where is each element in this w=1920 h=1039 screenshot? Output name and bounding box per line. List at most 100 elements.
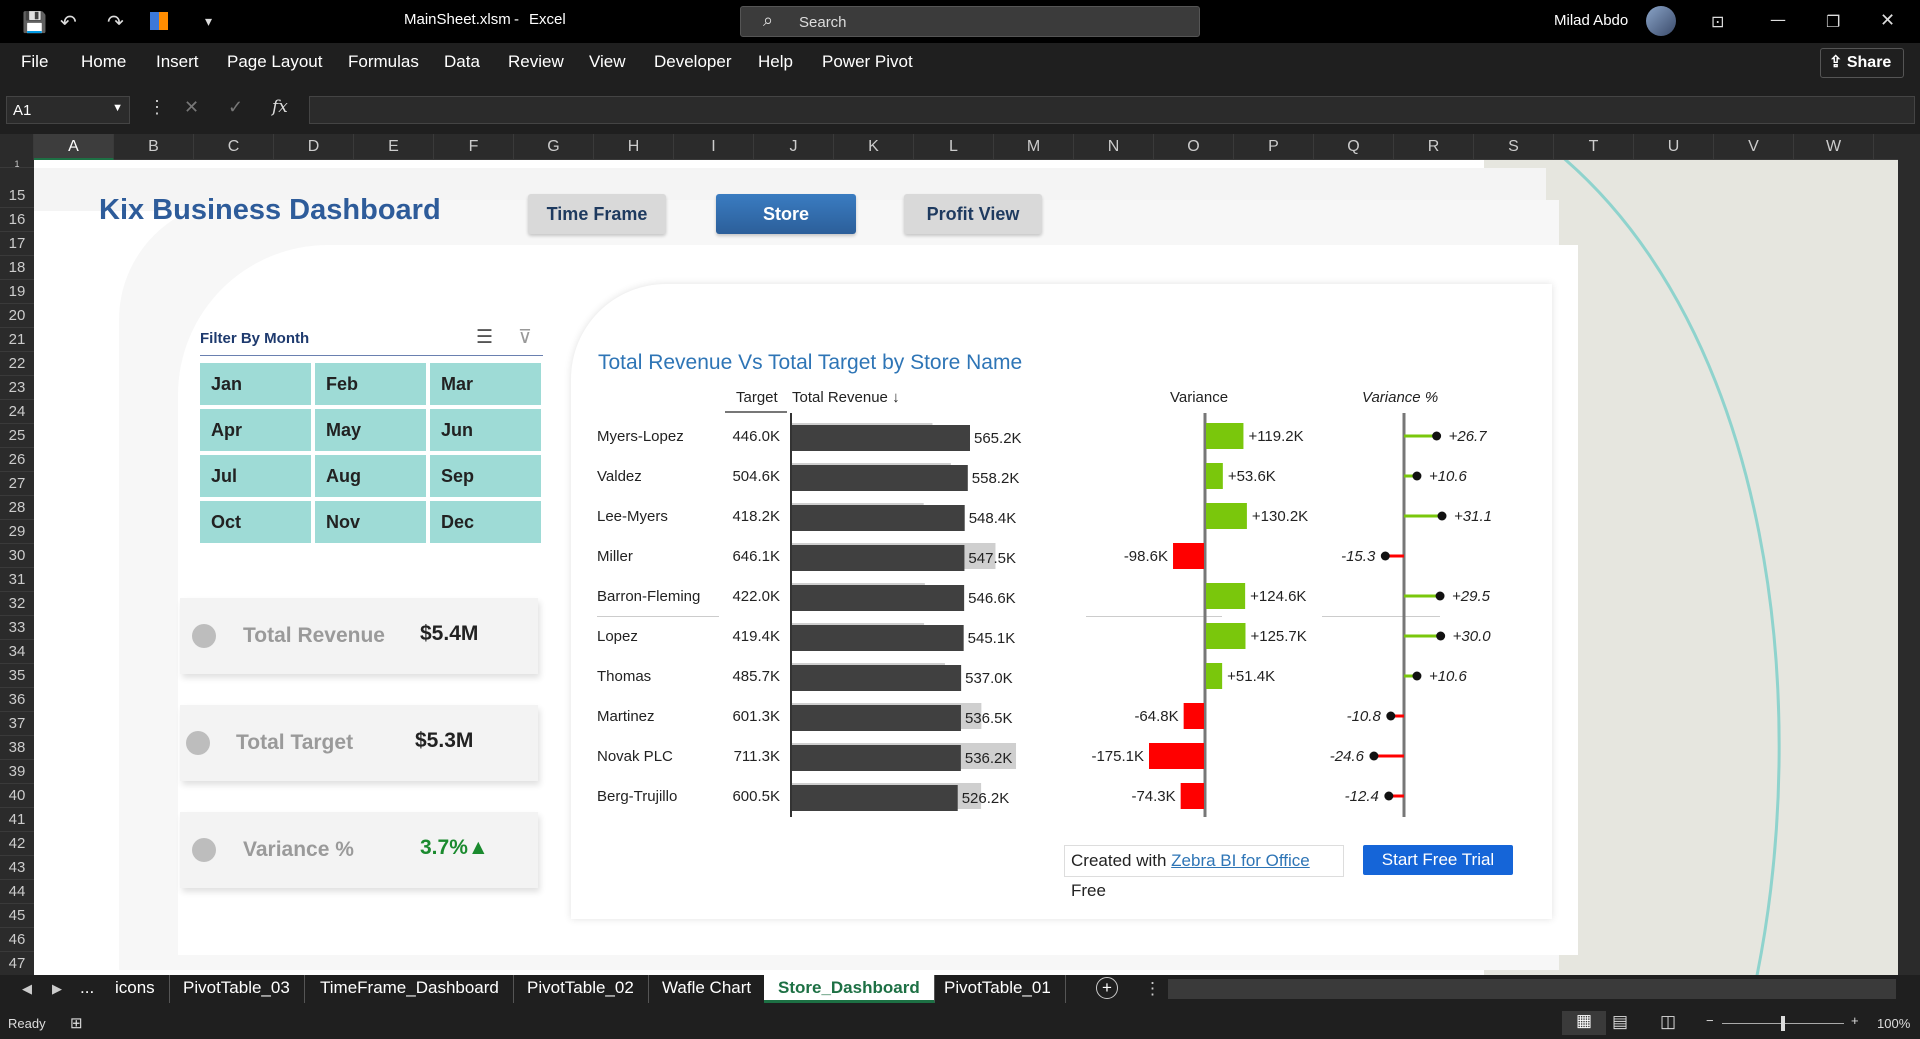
column-header[interactable]: E	[354, 134, 434, 160]
row-header[interactable]: 29	[0, 520, 34, 544]
zoom-out-icon[interactable]: −	[1706, 1013, 1714, 1028]
column-header-a[interactable]: A	[34, 134, 114, 160]
sheet-tab-pivottable-01[interactable]: PivotTable_01	[930, 975, 1066, 1003]
row-header[interactable]: 42	[0, 832, 34, 856]
column-header[interactable]: N	[1074, 134, 1154, 160]
start-free-trial-button[interactable]: Start Free Trial	[1363, 845, 1513, 875]
column-header[interactable]: W	[1794, 134, 1874, 160]
page-layout-view-icon[interactable]: ▤	[1612, 1012, 1628, 1032]
row-header[interactable]: 43	[0, 856, 34, 880]
row-header[interactable]: 30	[0, 544, 34, 568]
format-painter-icon[interactable]	[150, 12, 168, 30]
row-header[interactable]: 37	[0, 712, 34, 736]
row-header[interactable]: 18	[0, 256, 34, 280]
horizontal-scrollbar[interactable]	[1168, 979, 1896, 999]
tab-insert[interactable]: Insert	[156, 52, 199, 72]
row-header[interactable]: 38	[0, 736, 34, 760]
column-header[interactable]: M	[994, 134, 1074, 160]
row-header[interactable]: 45	[0, 904, 34, 928]
tab-scroll-right-icon[interactable]: ▶	[52, 981, 62, 997]
row-header[interactable]: 41	[0, 808, 34, 832]
restore-icon[interactable]: ❐	[1826, 12, 1840, 31]
column-header[interactable]: H	[594, 134, 674, 160]
save-icon[interactable]: 💾	[22, 10, 47, 34]
column-header[interactable]: P	[1234, 134, 1314, 160]
column-header[interactable]: F	[434, 134, 514, 160]
row-header[interactable]: 23	[0, 376, 34, 400]
row-header[interactable]: 40	[0, 784, 34, 808]
row-header[interactable]: 46	[0, 928, 34, 952]
customize-quick-access-icon[interactable]: ▾	[205, 14, 212, 30]
row-header[interactable]: 47	[0, 952, 34, 976]
row-header[interactable]: 22	[0, 352, 34, 376]
close-icon[interactable]: ✕	[1880, 10, 1895, 31]
row-header[interactable]: 24	[0, 400, 34, 424]
more-options-icon[interactable]: ⋮	[148, 97, 166, 118]
zoom-in-icon[interactable]: +	[1851, 1013, 1859, 1028]
row-header[interactable]: 17	[0, 232, 34, 256]
row-header[interactable]: 16	[0, 208, 34, 232]
name-box[interactable]: A1 ▼	[6, 96, 130, 124]
column-header[interactable]: U	[1634, 134, 1714, 160]
row-header[interactable]: 20	[0, 304, 34, 328]
sheet-tab-pivottable-03[interactable]: PivotTable_03	[169, 975, 305, 1003]
sheet-tab-timeframe-dashboard[interactable]: TimeFrame_Dashboard	[306, 975, 514, 1003]
zoom-level[interactable]: 100%	[1877, 1016, 1910, 1031]
tab-page-layout[interactable]: Page Layout	[227, 52, 322, 72]
row-header[interactable]: 34	[0, 640, 34, 664]
column-header[interactable]: O	[1154, 134, 1234, 160]
row-header[interactable]: 28	[0, 496, 34, 520]
row-header[interactable]: 35	[0, 664, 34, 688]
add-sheet-icon[interactable]: +	[1096, 977, 1118, 999]
tab-home[interactable]: Home	[81, 52, 126, 72]
vertical-scrollbar[interactable]	[1898, 134, 1920, 975]
column-header[interactable]: G	[514, 134, 594, 160]
zoom-slider-thumb[interactable]	[1781, 1016, 1785, 1031]
tab-review[interactable]: Review	[508, 52, 564, 72]
row-header[interactable]: 27	[0, 472, 34, 496]
undo-icon[interactable]: ↶	[60, 10, 77, 34]
ribbon-display-icon[interactable]: ⊡	[1711, 12, 1724, 31]
row-header[interactable]: 31	[0, 568, 34, 592]
row-header[interactable]: 1	[0, 160, 34, 169]
avatar[interactable]	[1646, 6, 1676, 36]
row-header[interactable]: 36	[0, 688, 34, 712]
accessibility-icon[interactable]: ⊞	[70, 1014, 83, 1032]
row-header[interactable]: 44	[0, 880, 34, 904]
column-header[interactable]: I	[674, 134, 754, 160]
row-header[interactable]: 15	[0, 184, 34, 208]
column-header[interactable]: C	[194, 134, 274, 160]
row-header[interactable]: 33	[0, 616, 34, 640]
column-header[interactable]: D	[274, 134, 354, 160]
column-header[interactable]: R	[1394, 134, 1474, 160]
tab-scroll-left-icon[interactable]: ◀	[22, 981, 32, 997]
column-header[interactable]: Q	[1314, 134, 1394, 160]
zebra-link[interactable]: Zebra BI for Office	[1171, 851, 1310, 870]
formula-input[interactable]	[309, 96, 1915, 124]
sheet-tab-pivottable-02[interactable]: PivotTable_02	[513, 975, 649, 1003]
tab-file[interactable]: File	[21, 52, 48, 72]
minimize-icon[interactable]: —	[1770, 10, 1786, 29]
sheet-tab-icons[interactable]: icons	[101, 975, 170, 1003]
row-header[interactable]: 26	[0, 448, 34, 472]
row-header[interactable]: 39	[0, 760, 34, 784]
page-break-view-icon[interactable]: ◫	[1660, 1012, 1676, 1032]
tab-developer[interactable]: Developer	[654, 52, 732, 72]
redo-icon[interactable]: ↷	[107, 10, 124, 34]
column-header[interactable]: J	[754, 134, 834, 160]
tab-formulas[interactable]: Formulas	[348, 52, 419, 72]
insert-function-icon[interactable]: fx	[272, 97, 288, 117]
cancel-icon[interactable]: ✕	[184, 97, 199, 118]
search-box[interactable]: ⌕ Search	[740, 6, 1200, 37]
row-header[interactable]: 25	[0, 424, 34, 448]
tab-help[interactable]: Help	[758, 52, 793, 72]
share-button[interactable]: ⇪ Share	[1820, 48, 1904, 78]
row-header[interactable]: 21	[0, 328, 34, 352]
tab-view[interactable]: View	[589, 52, 626, 72]
enter-icon[interactable]: ✓	[228, 97, 243, 118]
column-header[interactable]: L	[914, 134, 994, 160]
column-header[interactable]: V	[1714, 134, 1794, 160]
tab-power-pivot[interactable]: Power Pivot	[822, 52, 913, 72]
column-header[interactable]: T	[1554, 134, 1634, 160]
sheet-tab-wafle-chart[interactable]: Wafle Chart	[648, 975, 767, 1003]
